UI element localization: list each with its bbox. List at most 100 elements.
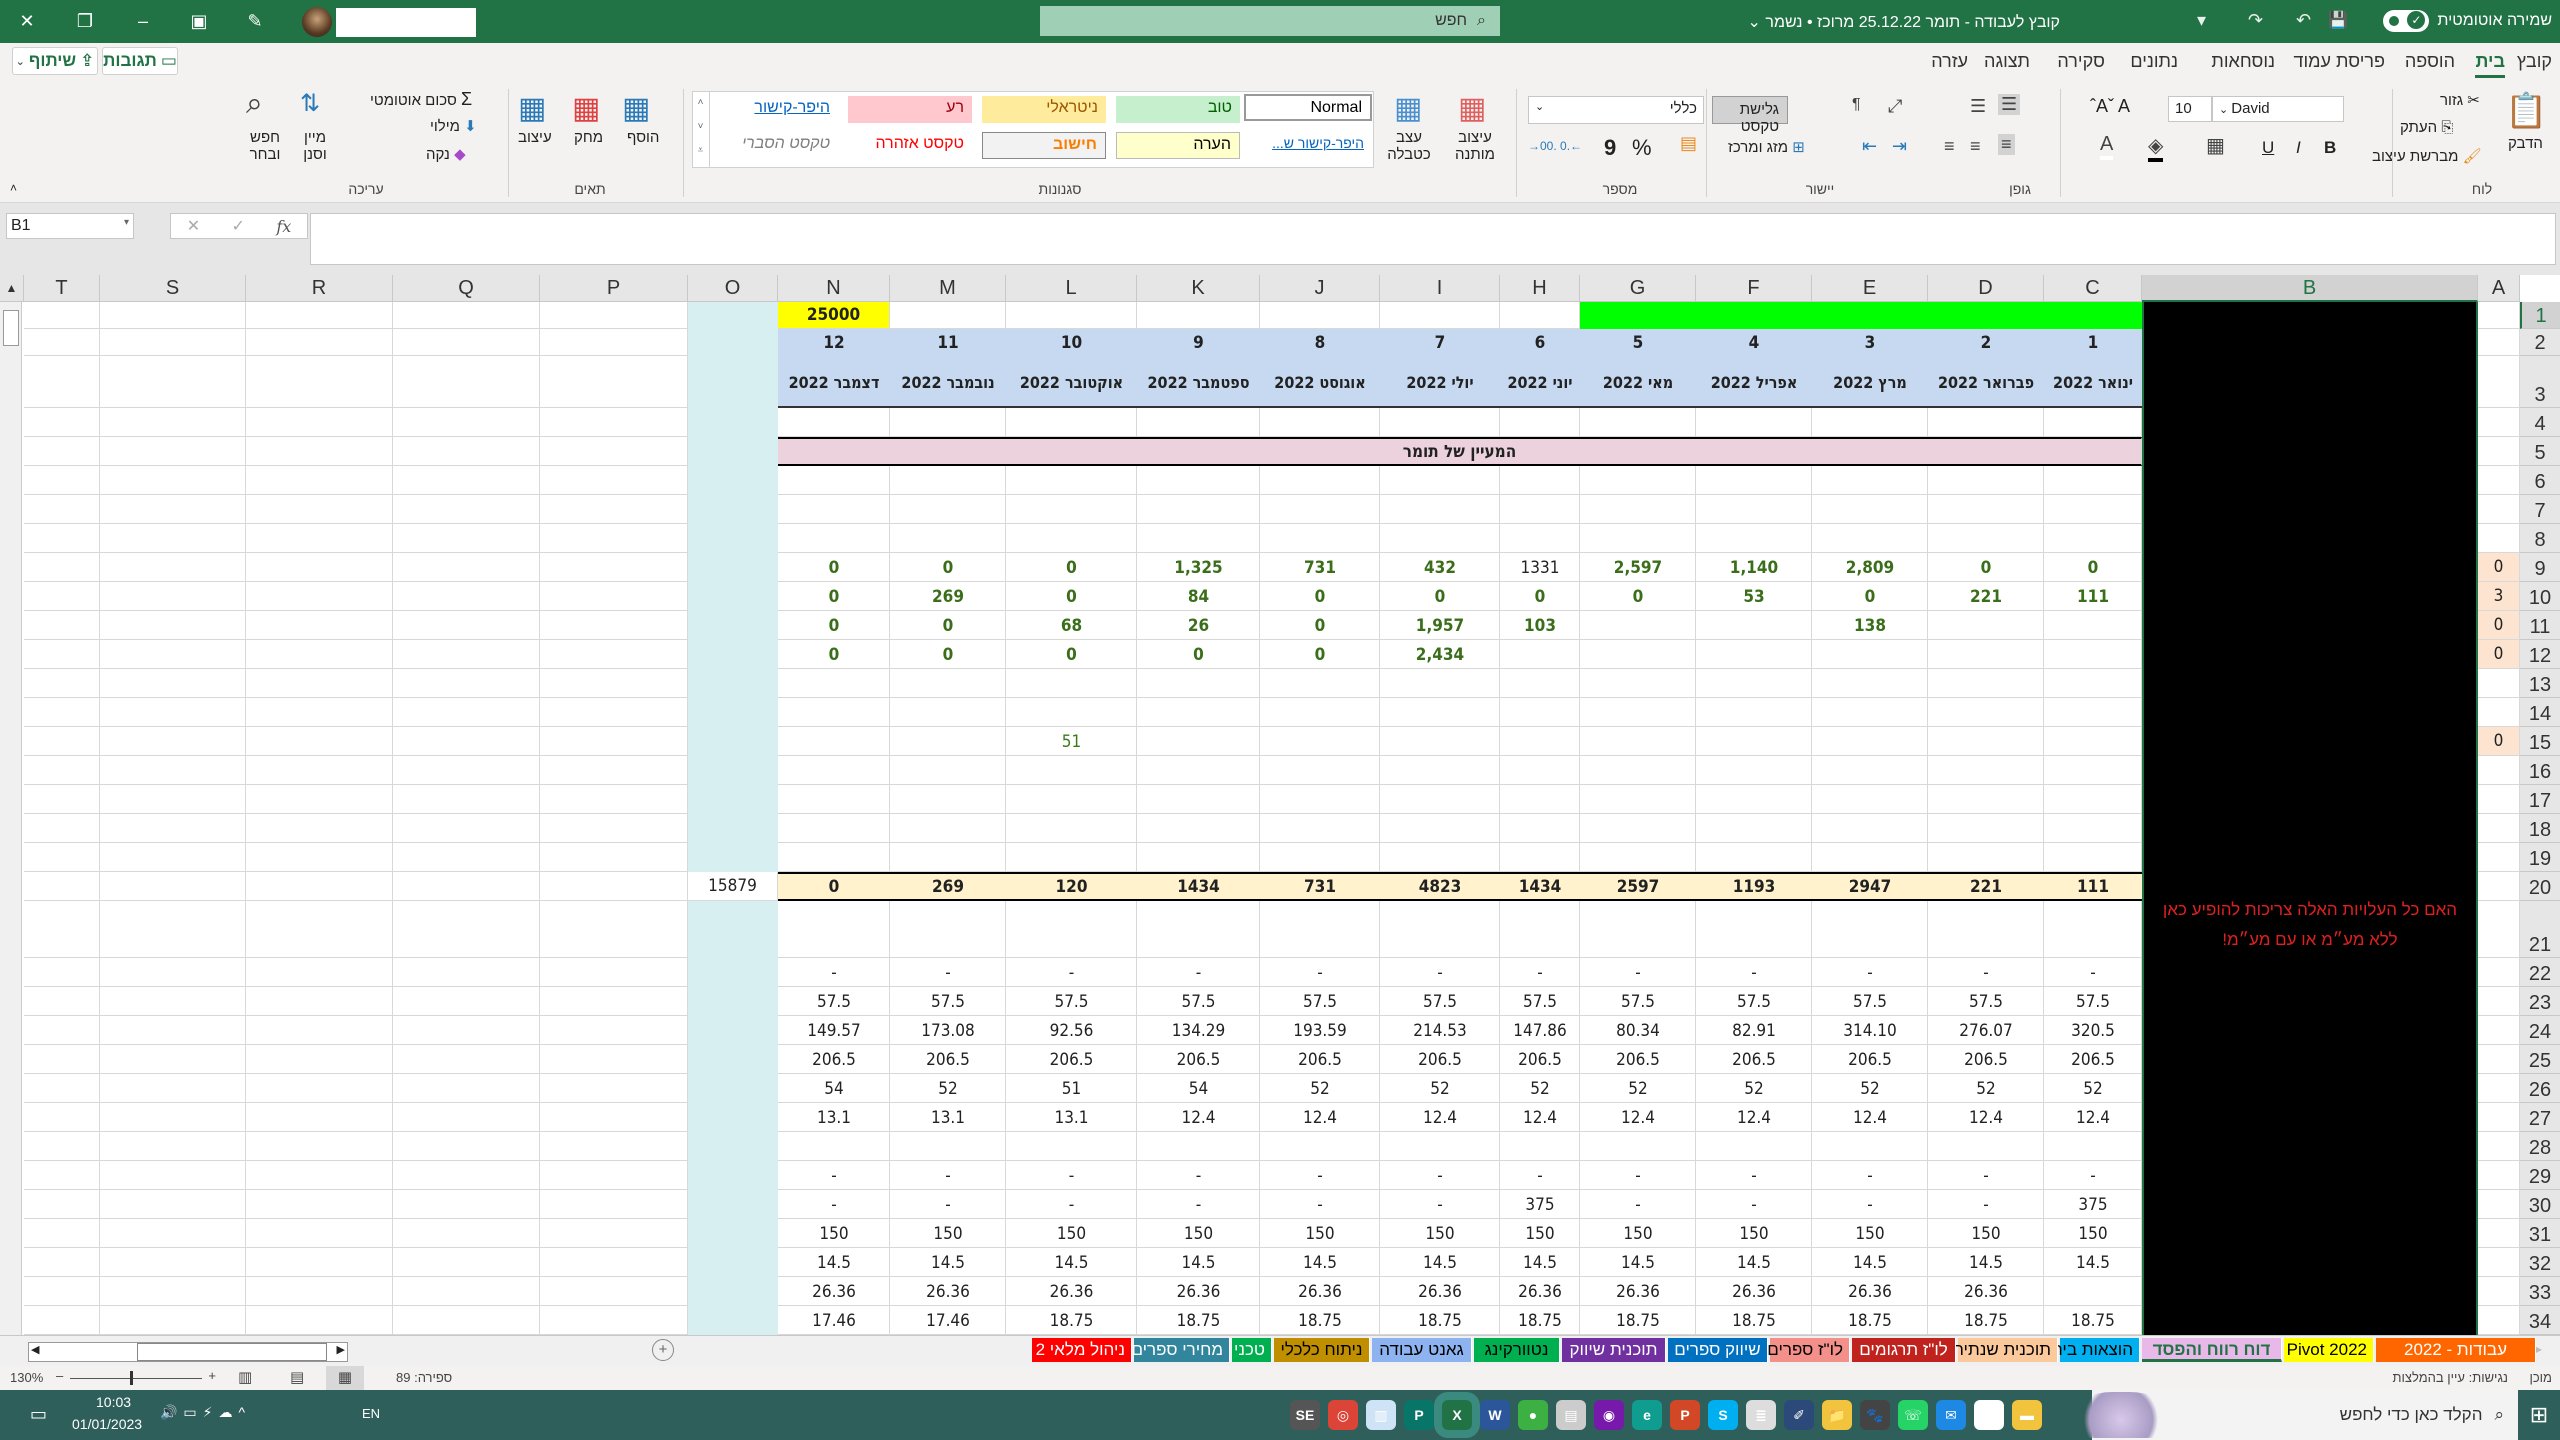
cell-l17[interactable] (1006, 785, 1137, 814)
data-cell-n32[interactable]: 14.5 (778, 1248, 890, 1277)
cell-p11[interactable] (540, 611, 688, 640)
cell-j8[interactable] (1260, 524, 1380, 553)
paste-button[interactable]: הדבק (2508, 135, 2543, 152)
data-cell-h30[interactable]: 375 (1500, 1190, 1580, 1219)
data-cell-g9[interactable]: 2,597 (1580, 553, 1696, 582)
cell-e16[interactable] (1812, 756, 1928, 785)
data-cell-h32[interactable]: 14.5 (1500, 1248, 1580, 1277)
cell-c16[interactable] (2044, 756, 2142, 785)
cell-d11[interactable] (1928, 611, 2044, 640)
data-cell-h24[interactable]: 147.86 (1500, 1016, 1580, 1045)
data-cell-j29[interactable]: - (1260, 1161, 1380, 1190)
fill-button[interactable]: ⬇ מילוי (430, 117, 477, 135)
sheet-tab[interactable]: לו"ז תרגומים (1852, 1338, 1956, 1362)
cell-c33[interactable] (2044, 1277, 2142, 1306)
cell-t7[interactable] (24, 495, 100, 524)
cell-a10[interactable]: 3 (2478, 582, 2520, 611)
cell-f12[interactable] (1696, 640, 1812, 669)
cell-a29[interactable] (2478, 1161, 2520, 1190)
data-cell-i23[interactable]: 57.5 (1380, 987, 1500, 1016)
cell-q12[interactable] (393, 640, 540, 669)
cell-g18[interactable] (1580, 814, 1696, 843)
align-middle-icon[interactable]: ☰ (1998, 94, 2021, 115)
conditional-format-icon[interactable]: ▦ (1458, 91, 1486, 126)
cell-p8[interactable] (540, 524, 688, 553)
data-cell-m33[interactable]: 26.36 (890, 1277, 1006, 1306)
cell-p20[interactable] (540, 872, 688, 901)
cell-g8[interactable] (1580, 524, 1696, 553)
avatar[interactable] (302, 7, 332, 37)
data-cell-n27[interactable]: 13.1 (778, 1103, 890, 1132)
clear-button[interactable]: ◆ נקה (426, 145, 466, 163)
conditional-format-button[interactable]: עיצוב מותנה (1452, 129, 1498, 163)
cell-q11[interactable] (393, 611, 540, 640)
data-cell-n25[interactable]: 206.5 (778, 1045, 890, 1074)
data-cell-h23[interactable]: 57.5 (1500, 987, 1580, 1016)
cell-n15[interactable] (778, 727, 890, 756)
cell-q22[interactable] (393, 958, 540, 987)
cell-k4[interactable] (1137, 408, 1260, 437)
select-all-corner[interactable]: ▲ (0, 275, 24, 302)
cell-k18[interactable] (1137, 814, 1260, 843)
menu-data[interactable]: נתונים (2130, 51, 2178, 72)
cell-s28[interactable] (100, 1132, 246, 1161)
cell-e8[interactable] (1812, 524, 1928, 553)
cell-c6[interactable] (2044, 466, 2142, 495)
data-cell-f30[interactable]: - (1696, 1190, 1812, 1219)
cell-h13[interactable] (1500, 669, 1580, 698)
data-cell-l27[interactable]: 13.1 (1006, 1103, 1137, 1132)
cell-h17[interactable] (1500, 785, 1580, 814)
data-cell-c9[interactable]: 0 (2044, 553, 2142, 582)
data-cell-k24[interactable]: 134.29 (1137, 1016, 1260, 1045)
cell-s9[interactable] (100, 553, 246, 582)
cell-l18[interactable] (1006, 814, 1137, 843)
increase-decimal-button[interactable]: .00→ (1528, 139, 1557, 153)
data-cell-l31[interactable]: 150 (1006, 1219, 1137, 1248)
zoom-out-icon[interactable]: – (56, 1368, 63, 1383)
data-cell-f31[interactable]: 150 (1696, 1219, 1812, 1248)
row-header-24[interactable]: 24 (2520, 1016, 2560, 1045)
data-cell-c27[interactable]: 12.4 (2044, 1103, 2142, 1132)
cell-e4[interactable] (1812, 408, 1928, 437)
cell-i15[interactable] (1380, 727, 1500, 756)
data-cell-i25[interactable]: 206.5 (1380, 1045, 1500, 1074)
data-cell-j10[interactable]: 0 (1260, 582, 1380, 611)
cell-t1[interactable] (24, 302, 100, 329)
cell-p23[interactable] (540, 987, 688, 1016)
data-cell-h22[interactable]: - (1500, 958, 1580, 987)
data-cell-g34[interactable]: 18.75 (1580, 1306, 1696, 1335)
row-header-19[interactable]: 19 (2520, 843, 2560, 872)
cell-q3[interactable] (393, 356, 540, 408)
cell-d16[interactable] (1928, 756, 2044, 785)
cell-p24[interactable] (540, 1016, 688, 1045)
data-cell-l15[interactable]: 51 (1006, 727, 1137, 756)
cell-d4[interactable] (1928, 408, 2044, 437)
sheet-tab[interactable]: תוכנית שיווק (1562, 1338, 1666, 1362)
cell-r24[interactable] (246, 1016, 393, 1045)
column-header-j[interactable]: J (1260, 275, 1380, 302)
data-cell-m31[interactable]: 150 (890, 1219, 1006, 1248)
data-cell-e33[interactable]: 26.36 (1812, 1277, 1928, 1306)
cell-a4[interactable] (2478, 408, 2520, 437)
cell-c28[interactable] (2044, 1132, 2142, 1161)
cell-i17[interactable] (1380, 785, 1500, 814)
cell-a33[interactable] (2478, 1277, 2520, 1306)
notes-app-icon[interactable]: ▥ (1366, 1400, 1396, 1430)
cell-g7[interactable] (1580, 495, 1696, 524)
cell-r34[interactable] (246, 1306, 393, 1335)
data-cell-m30[interactable]: - (890, 1190, 1006, 1219)
cell-f4[interactable] (1696, 408, 1812, 437)
cell-r30[interactable] (246, 1190, 393, 1219)
align-top-icon[interactable]: ☰ (1970, 96, 1986, 117)
data-cell-c29[interactable]: - (2044, 1161, 2142, 1190)
pen-icon[interactable]: ✎ (240, 8, 270, 34)
data-cell-f26[interactable]: 52 (1696, 1074, 1812, 1103)
cell-q24[interactable] (393, 1016, 540, 1045)
row-header-5[interactable]: 5 (2520, 437, 2560, 466)
cell-p12[interactable] (540, 640, 688, 669)
cell-h7[interactable] (1500, 495, 1580, 524)
data-cell-k12[interactable]: 0 (1137, 640, 1260, 669)
document-title[interactable]: קובץ לעבודה - תומר 25.12.22 מרוכז • נשמר… (1660, 12, 2060, 32)
cell-k17[interactable] (1137, 785, 1260, 814)
cell-s3[interactable] (100, 356, 246, 408)
